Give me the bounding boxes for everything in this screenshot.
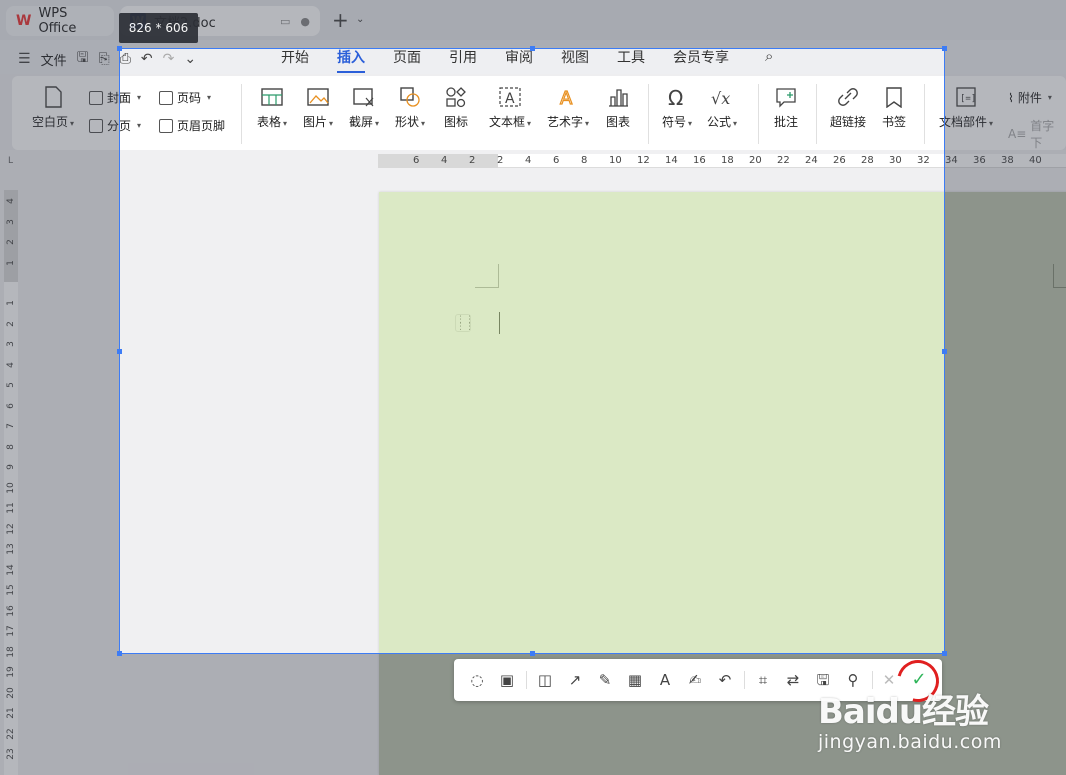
record-video-icon[interactable]: ▣ — [496, 669, 518, 691]
resize-handle-sw[interactable] — [117, 651, 122, 656]
resize-handle-ne[interactable] — [942, 46, 947, 51]
baidu-jingyan-watermark: Baidu经验 jingyan.baidu.com — [818, 684, 1058, 754]
mosaic-tool-icon[interactable]: ▦ — [624, 669, 646, 691]
translate-tool-icon[interactable]: ⇄ — [782, 669, 804, 691]
sign-tool-icon[interactable]: ✍ — [684, 669, 706, 691]
ocr-tool-icon[interactable]: ⌗ — [752, 669, 774, 691]
undo-tool-icon[interactable]: ↶ — [714, 669, 736, 691]
shape-tool-icon[interactable]: ◫ — [534, 669, 556, 691]
dim-mask-left — [0, 48, 119, 654]
resize-handle-se[interactable] — [942, 651, 947, 656]
lasso-select-icon[interactable]: ◌ — [466, 669, 488, 691]
screenshot-selection[interactable] — [117, 46, 947, 656]
watermark-url: jingyan.baidu.com — [818, 731, 1002, 753]
resize-handle-w[interactable] — [117, 349, 122, 354]
resize-handle-e[interactable] — [942, 349, 947, 354]
pen-tool-icon[interactable]: ✎ — [594, 669, 616, 691]
watermark-logo: Baidu经验 — [818, 692, 989, 732]
arrow-tool-icon[interactable]: ↗ — [564, 669, 586, 691]
resize-handle-n[interactable] — [530, 46, 535, 51]
dim-mask-right — [945, 48, 1066, 654]
wps-writer-window: W WPS Office W 文档2.doc ▭ ● + ⌄ ☰ 文件 🖫 ⎘ … — [0, 0, 1066, 775]
resize-handle-nw[interactable] — [117, 46, 122, 51]
selection-size-badge: 826 * 606 — [119, 13, 198, 43]
resize-handle-s[interactable] — [530, 651, 535, 656]
text-tool-icon[interactable]: A — [654, 669, 676, 691]
